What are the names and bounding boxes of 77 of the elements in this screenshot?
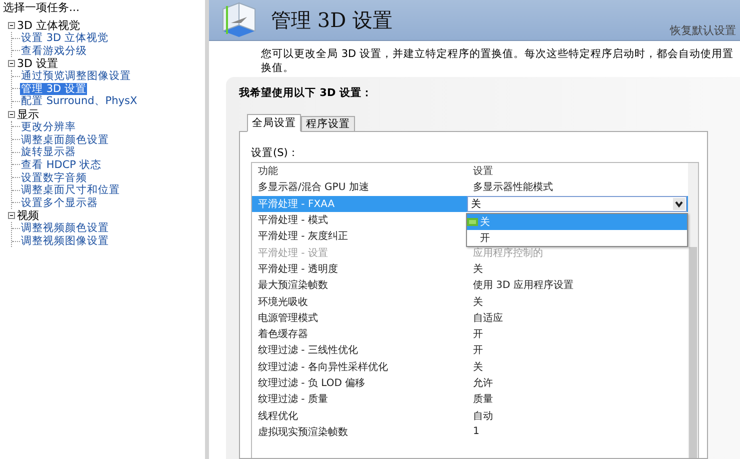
- feature-cell-text: 虚拟现实预渲染帧数: [257, 426, 349, 439]
- setting-cell-text: 使用 3D 应用程序设置: [472, 278, 574, 292]
- table-row[interactable]: 多显示器/混合 GPU 加速 多显示器性能模式: [252, 179, 688, 196]
- table-row[interactable]: 纹理过滤 - 各向异性采样优化 关: [252, 358, 688, 375]
- setting-dropdown[interactable]: 关: [467, 196, 687, 212]
- table-row[interactable]: 着色缓存器 开: [252, 326, 688, 342]
- page-title: 管理 3D 设置: [271, 6, 392, 34]
- feature-cell-text: 最大预渲染帧数: [257, 278, 329, 292]
- gpu-icon: [467, 218, 478, 226]
- tree-link[interactable]: 配置 Surround、PhysX: [20, 95, 138, 108]
- setting-cell-text: 关: [472, 360, 484, 374]
- column-header: 功能: [257, 164, 279, 178]
- table-row[interactable]: 纹理过滤 - 质量 质量: [252, 391, 688, 408]
- collapse-icon[interactable]: [8, 212, 15, 220]
- feature-cell-text: 多显示器/混合 GPU 加速: [257, 180, 370, 194]
- restore-defaults-link[interactable]: 恢复默认设置: [670, 23, 736, 38]
- feature-cell-text: 平滑处理 - 透明度: [257, 262, 339, 276]
- feature-cell-text: 平滑处理 - FXAA: [257, 198, 336, 211]
- tree-link[interactable]: 查看游戏分级: [20, 44, 88, 57]
- tree-link[interactable]: 设置多个显示器: [20, 196, 99, 209]
- setting-cell-text: 自适应: [472, 312, 504, 325]
- collapse-icon[interactable]: [8, 60, 15, 67]
- table-row[interactable]: 最大预渲染帧数 使用 3D 应用程序设置: [252, 277, 688, 294]
- tree-category[interactable]: 显示: [17, 106, 39, 122]
- tab[interactable]: 程序设置: [301, 116, 355, 132]
- tree-link[interactable]: 更改分辨率: [20, 120, 77, 133]
- feature-cell-text: 纹理过滤 - 负 LOD 偏移: [257, 376, 366, 390]
- dropdown-option[interactable]: 开: [467, 230, 687, 246]
- collapse-icon[interactable]: [8, 22, 15, 29]
- setting-cell-text: 应用程序控制的: [472, 246, 544, 260]
- tree-link[interactable]: 调整视频图像设置: [20, 235, 110, 248]
- setting-cell-text: 允许: [472, 376, 494, 390]
- feature-cell-text: 环境光吸收: [257, 296, 309, 309]
- tree-link[interactable]: 管理 3D 设置: [20, 82, 88, 95]
- feature-cell-text: 纹理过滤 - 各向异性采样优化: [257, 360, 389, 374]
- tree-link[interactable]: 设置数字音频: [20, 172, 88, 184]
- setting-cell-text: 开: [472, 328, 484, 342]
- feature-cell-text: 电源管理模式: [257, 312, 319, 325]
- feature-cell-text: 平滑处理 - 设置: [257, 246, 329, 260]
- feature-cell-text: 线程优化: [257, 410, 299, 423]
- tree-link[interactable]: 旋转显示器: [20, 146, 77, 158]
- column-header: 设置: [472, 164, 494, 178]
- tree-link[interactable]: 调整视频颜色设置: [20, 222, 110, 234]
- collapse-icon[interactable]: [8, 110, 15, 118]
- tree-link[interactable]: 调整桌面颜色设置: [20, 134, 110, 146]
- settings-label: 设置(S)：: [251, 146, 300, 161]
- setting-cell-text: 质量: [472, 392, 494, 406]
- setting-cell-text: 开: [472, 344, 484, 358]
- table-row[interactable]: 电源管理模式 自适应: [252, 310, 688, 326]
- table-row[interactable]: 平滑处理 - 透明度 关: [252, 260, 688, 278]
- tab[interactable]: 全局设置: [247, 114, 301, 132]
- panel-title: 选择一项任务...: [2, 0, 80, 16]
- feature-cell-text: 纹理过滤 - 质量: [257, 392, 329, 406]
- tree-link[interactable]: 通过预览调整图像设置: [20, 70, 132, 82]
- section-title: 我希望使用以下 3D 设置：: [239, 86, 374, 101]
- setting-cell-text: 多显示器性能模式: [472, 180, 554, 194]
- table-row[interactable]: 平滑处理 - FXAA 关: [252, 196, 688, 212]
- setting-cell-text: 自动: [472, 410, 494, 423]
- tree-category[interactable]: 3D 立体视觉: [17, 18, 80, 33]
- feature-cell-text: 纹理过滤 - 三线性优化: [257, 344, 359, 358]
- table-row[interactable]: 纹理过滤 - 负 LOD 偏移 允许: [252, 374, 688, 392]
- table-row[interactable]: 环境光吸收 关: [252, 293, 688, 310]
- tree-link[interactable]: 查看 HDCP 状态: [20, 158, 102, 171]
- scrollbar[interactable]: [688, 163, 698, 458]
- setting-cell-text: 关: [472, 262, 484, 276]
- tree-link[interactable]: 设置 3D 立体视觉: [20, 32, 110, 44]
- setting-cell-text: 关: [472, 296, 484, 309]
- setting-cell-text: 1: [472, 426, 480, 438]
- table-row[interactable]: 纹理过滤 - 三线性优化 开: [252, 342, 688, 359]
- chevron-down-icon: [673, 198, 685, 210]
- tree-link[interactable]: 调整桌面尺寸和位置: [20, 184, 121, 196]
- table-row[interactable]: 线程优化 自动: [252, 407, 688, 424]
- table-row[interactable]: 虚拟现实预渲染帧数 1: [252, 424, 688, 440]
- description: 您可以更改全局 3D 设置，并建立特定程序的置换值。每次这些特定程序启动时，都会自动使用置换值。: [260, 47, 734, 71]
- tree-category[interactable]: 3D 设置: [17, 56, 58, 71]
- feature-cell-text: 着色缓存器: [257, 328, 309, 342]
- tree-category[interactable]: 视频: [17, 208, 39, 224]
